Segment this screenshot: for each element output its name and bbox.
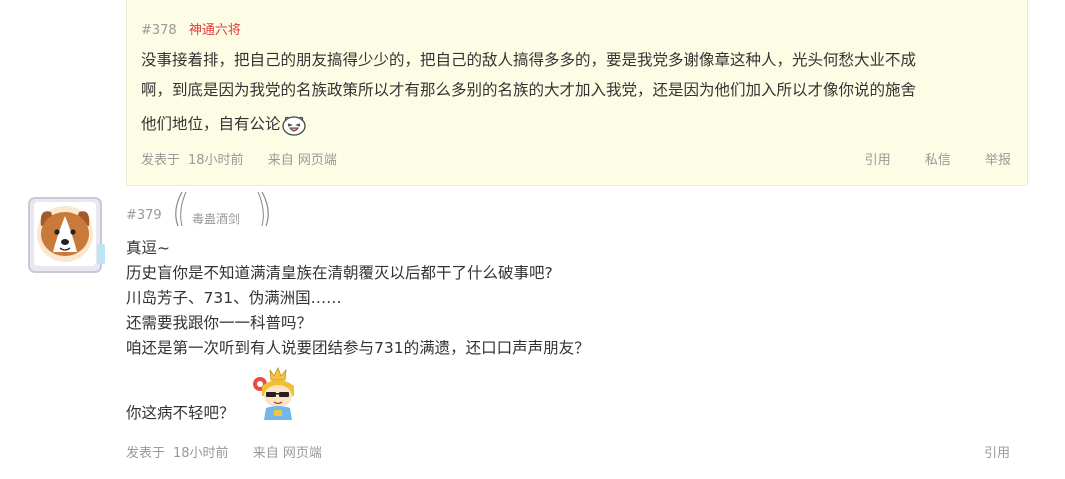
avatar[interactable]: [27, 196, 109, 274]
post-time: 18小时前: [188, 153, 244, 168]
author-link[interactable]: 毒蛊酒剑: [192, 210, 240, 227]
content-line: 他们地位，自有公论: [141, 115, 281, 133]
content-line: 没事接着排，把自己的朋友搞得少少的，把自己的敌人搞得多多的，要是我党多谢像章这种…: [141, 51, 917, 69]
posted-label: 发表于: [126, 446, 166, 461]
corgi-dog-avatar: [28, 197, 105, 273]
forum-thread: #378 神通六将 没事接着排，把自己的朋友搞得少少的，把自己的敌人搞得多多的，…: [0, 0, 1065, 479]
post-source: 来自 网页端: [267, 153, 337, 168]
content-line-with-emoji: 他们地位，自有公论: [141, 109, 1021, 139]
cartoon-prince-sticker: [253, 367, 294, 420]
post-378-footer: 发表于 18小时前 来自 网页端: [141, 149, 357, 168]
content-line: 咱还是第一次听到有人说要团结参与731的满遗，还口口声声朋友？: [126, 339, 590, 357]
content-line: 啊，到底是因为我党的名族政策所以才有那么多别的名族的大才加入我党，还是因为他们加…: [141, 81, 917, 99]
private-message-button[interactable]: 私信: [925, 153, 951, 168]
post-378-actions: 引用 私信 举报: [835, 149, 1011, 168]
post-379-actions: 引用: [984, 442, 1010, 461]
posted-label: 发表于: [141, 153, 181, 168]
report-button[interactable]: 举报: [985, 153, 1011, 168]
post-379-header: #379: [126, 208, 162, 223]
author-link[interactable]: 神通六将: [189, 23, 241, 38]
quote-button[interactable]: 引用: [865, 153, 891, 168]
quote-button[interactable]: 引用: [984, 446, 1010, 461]
content-line: 历史盲你是不知道满清皇族在清朝覆灭以后都干了什么破事吧?: [126, 264, 553, 282]
floor-number: #379: [126, 208, 162, 223]
content-line: 川岛芳子、731、伪满洲国……: [126, 289, 342, 307]
laughing-face-emoji: [281, 112, 307, 138]
post-378-content: 没事接着排，把自己的朋友搞得少少的，把自己的敌人搞得多多的，要是我党多谢像章这种…: [141, 45, 1021, 139]
post-time: 18小时前: [173, 446, 229, 461]
content-line: 真逗~: [126, 239, 170, 257]
floor-number: #378: [141, 23, 177, 38]
post-378: #378 神通六将 没事接着排，把自己的朋友搞得少少的，把自己的敌人搞得多多的，…: [126, 0, 1028, 186]
post-source: 来自 网页端: [252, 446, 322, 461]
content-line: 还需要我跟你一一科普吗？: [126, 314, 313, 332]
post-379-footer: 发表于 18小时前 来自 网页端: [126, 442, 342, 461]
post-378-header: #378 神通六将: [141, 19, 241, 38]
